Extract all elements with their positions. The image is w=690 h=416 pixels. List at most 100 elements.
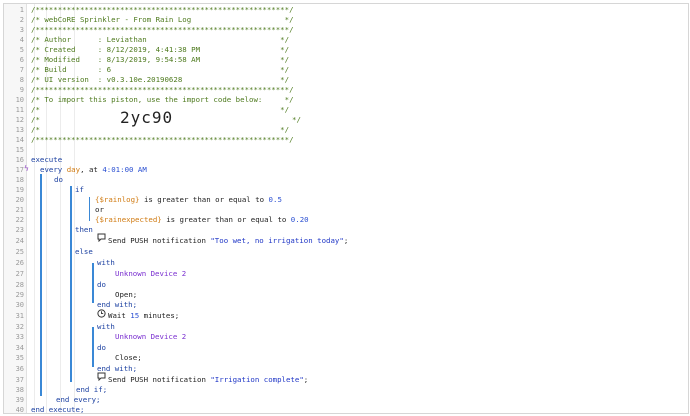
line-number: 39 xyxy=(15,396,24,404)
line-number: 4 xyxy=(19,36,24,44)
line-number: 9 xyxy=(19,86,24,94)
line-number: 5 xyxy=(19,46,24,54)
semicolon: ; xyxy=(343,236,349,245)
speech-bubble-icon xyxy=(97,233,106,242)
with-block-line-2 xyxy=(92,327,94,367)
line-number: 12 xyxy=(15,116,24,124)
do-keyword: do xyxy=(54,175,63,184)
send-push-statement-1[interactable]: Send PUSH notification "Too wet, no irri… xyxy=(108,236,348,246)
line-number: 35 xyxy=(15,354,24,362)
do-keyword-with-2: do xyxy=(97,343,106,352)
line-number-gutter: 1 2 3 4 5 6 7 8 9 10 11 12 13 14 15 16 17 18 19 20 21 22 23 24 2… xyxy=(4,4,27,413)
end-if: end if; xyxy=(76,385,108,394)
day-value: day xyxy=(66,165,81,174)
comment-modified: /* Modified : 8/13/2019, 9:54:58 AM */ xyxy=(31,55,290,64)
comment-author: /* Author : Leviathan */ xyxy=(31,35,290,44)
line-number: 22 xyxy=(15,216,24,224)
open-command[interactable]: Open; xyxy=(115,290,137,300)
line-number: 1 xyxy=(19,6,24,14)
piston-code-editor[interactable]: 1 2 3 4 5 6 7 8 9 10 11 12 13 14 15 16 17 18 19 20 21 22 23 24 2… xyxy=(3,3,689,414)
wait-statement[interactable]: Wait 15 minutes; xyxy=(108,311,179,321)
line-number: 32 xyxy=(15,323,24,331)
line-number: 20 xyxy=(15,196,24,204)
or-operator[interactable]: or xyxy=(95,205,104,215)
at-text: , at xyxy=(80,165,98,174)
send-push-text: Send PUSH notification xyxy=(108,375,206,384)
if-keyword[interactable]: if xyxy=(75,185,84,195)
end-execute: end execute; xyxy=(31,405,85,414)
push-message-1: "Too wet, no irrigation today" xyxy=(210,236,344,245)
every-statement[interactable]: every day, at 4:01:00 AM xyxy=(40,165,147,175)
line-number: 36 xyxy=(15,365,24,373)
comment-border: /***************************************… xyxy=(31,25,294,34)
line-number: 40 xyxy=(15,406,24,414)
device-name-1[interactable]: Unknown Device 2 xyxy=(115,269,186,279)
execute-keyword[interactable]: execute xyxy=(31,155,62,165)
line-number: 29 xyxy=(15,291,24,299)
clock-icon xyxy=(97,309,106,318)
line-number: 27 xyxy=(15,270,24,278)
minutes-text: minutes; xyxy=(143,311,180,320)
comparison-text: is greater than or equal to xyxy=(139,195,269,204)
line-number: 33 xyxy=(15,333,24,341)
rainexpected-variable: {$rainexpected} xyxy=(95,215,162,224)
every-block-line xyxy=(40,174,42,396)
speech-bubble-icon xyxy=(97,372,106,381)
line-number: 7 xyxy=(19,66,24,74)
rainlog-variable: {$rainlog} xyxy=(95,195,140,204)
with-keyword-1[interactable]: with xyxy=(97,258,115,268)
line-number: 21 xyxy=(15,206,24,214)
comment-border: /***************************************… xyxy=(31,85,294,94)
then-keyword: then xyxy=(75,225,93,234)
do-keyword-with-1: do xyxy=(97,280,106,289)
every-keyword: every xyxy=(40,165,63,174)
with-block-line-1 xyxy=(92,263,94,303)
time-value: 4:01:00 AM xyxy=(102,165,147,174)
comment-blank: /* */ xyxy=(31,125,290,134)
line-number: 16 xyxy=(15,156,24,164)
line-number: 13 xyxy=(15,126,24,134)
line-number: 18 xyxy=(15,176,24,184)
threshold-value-2: 0.20 xyxy=(290,215,309,224)
comment-build: /* Build : 6 */ xyxy=(31,65,290,74)
line-number: 3 xyxy=(19,26,24,34)
comment-title: /* webCoRE Sprinkler - From Rain Log */ xyxy=(31,15,294,24)
line-number: 10 xyxy=(15,96,24,104)
line-number: 8 xyxy=(19,76,24,84)
line-number: 26 xyxy=(15,259,24,267)
line-number: 34 xyxy=(15,344,24,352)
comparison-text: is greater than or equal to xyxy=(161,215,291,224)
else-keyword: else xyxy=(75,247,93,256)
line-number: 14 xyxy=(15,136,24,144)
with-keyword-2[interactable]: with xyxy=(97,322,115,332)
wait-duration: 15 xyxy=(130,311,140,320)
line-number: 2 xyxy=(19,16,24,24)
line-number: 38 xyxy=(15,386,24,394)
semicolon: ; xyxy=(303,375,309,384)
threshold-value-1: 0.5 xyxy=(268,195,282,204)
comment-import-right: */ xyxy=(292,115,301,124)
line-number: 17 xyxy=(15,166,24,174)
send-push-statement-2[interactable]: Send PUSH notification "Irrigation compl… xyxy=(108,375,308,385)
condition-group-line xyxy=(89,197,90,221)
line-number: 28 xyxy=(15,281,24,289)
line-number: 15 xyxy=(15,146,24,154)
comment-created: /* Created : 8/12/2019, 4:41:38 PM */ xyxy=(31,45,290,54)
push-message-2: "Irrigation complete" xyxy=(210,375,304,384)
end-every: end every; xyxy=(56,395,101,404)
comment-ui-version: /* UI version : v0.3.10e.20190628 */ xyxy=(31,75,290,84)
line-number: 11 xyxy=(15,106,24,114)
line-number: 6 xyxy=(19,56,24,64)
line-number: 19 xyxy=(15,186,24,194)
comment-border: /***************************************… xyxy=(31,135,294,144)
condition-rainlog[interactable]: {$rainlog} is greater than or equal to 0… xyxy=(95,195,282,205)
line-number: 37 xyxy=(15,376,24,384)
device-name-2[interactable]: Unknown Device 2 xyxy=(115,332,186,342)
condition-rainexpected[interactable]: {$rainexpected} is greater than or equal… xyxy=(95,215,309,225)
timer-icon: ϟ xyxy=(24,164,29,173)
line-number: 23 xyxy=(15,226,24,234)
line-number: 30 xyxy=(15,301,24,309)
close-command[interactable]: Close; xyxy=(115,353,142,363)
send-push-text: Send PUSH notification xyxy=(108,236,206,245)
comment-border: /***************************************… xyxy=(31,5,294,14)
